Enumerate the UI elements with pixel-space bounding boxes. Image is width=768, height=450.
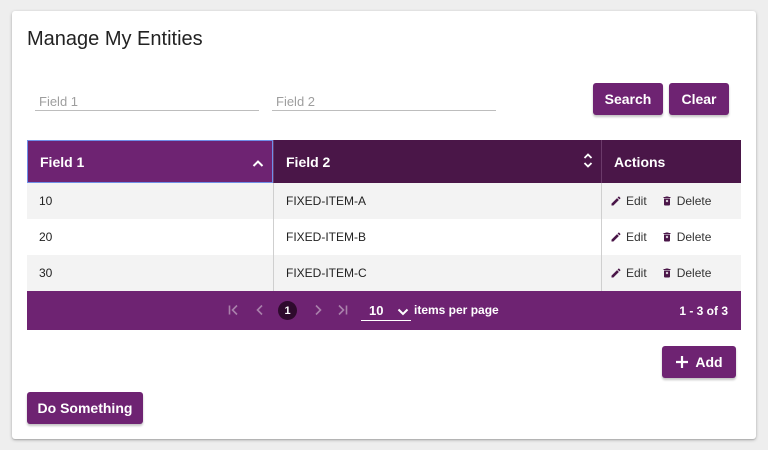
plus-icon [675, 355, 689, 369]
table-row: 30 FIXED-ITEM-C Edit Delete [27, 255, 741, 291]
edit-button[interactable]: Edit [610, 230, 647, 244]
field1-input[interactable] [35, 91, 259, 111]
cell-field2: FIXED-ITEM-B [273, 219, 601, 255]
current-page-indicator[interactable]: 1 [278, 301, 297, 320]
cell-field2: FIXED-ITEM-C [273, 255, 601, 291]
chevron-down-icon [397, 305, 409, 320]
entities-table: Field 1 Field 2 Actions 10 FIXED-ITEM-A [27, 140, 741, 330]
edit-icon [611, 268, 621, 278]
field2-input[interactable] [272, 91, 496, 111]
edit-button[interactable]: Edit [610, 266, 647, 280]
cell-field2: FIXED-ITEM-A [273, 183, 601, 219]
table-header: Field 1 Field 2 Actions [27, 140, 741, 183]
do-something-button[interactable]: Do Something [27, 392, 143, 424]
edit-button[interactable]: Edit [610, 194, 647, 208]
page-range-label: 1 - 3 of 3 [679, 304, 728, 318]
first-page-icon[interactable] [227, 303, 241, 320]
cell-actions: Edit Delete [601, 219, 741, 255]
delete-icon [663, 196, 671, 206]
page-title: Manage My Entities [27, 28, 203, 50]
search-button[interactable]: Search [593, 83, 663, 115]
cell-actions: Edit Delete [601, 183, 741, 219]
sort-both-icon [583, 151, 593, 172]
sort-asc-icon [252, 154, 264, 170]
entity-card: Manage My Entities Search Clear Field 1 … [12, 11, 756, 439]
field1-filter[interactable] [35, 91, 259, 111]
delete-icon [663, 268, 671, 278]
items-per-page-label: items per page [414, 303, 499, 317]
page-size-value: 10 [369, 302, 384, 318]
cell-actions: Edit Delete [601, 255, 741, 291]
delete-button[interactable]: Delete [661, 194, 712, 208]
delete-icon [663, 232, 671, 242]
clear-button[interactable]: Clear [669, 83, 729, 115]
paginator: 1 10 items per page 1 - 3 of 3 [27, 291, 741, 330]
delete-button[interactable]: Delete [661, 230, 712, 244]
page-size-select[interactable]: 10 [361, 300, 411, 321]
edit-label: Edit [626, 194, 647, 208]
field2-filter[interactable] [272, 91, 496, 111]
edit-icon [611, 196, 621, 206]
table-row: 20 FIXED-ITEM-B Edit Delete [27, 219, 741, 255]
next-page-icon[interactable] [311, 303, 325, 320]
cell-field1: 30 [39, 266, 53, 280]
delete-label: Delete [676, 230, 712, 244]
add-button[interactable]: Add [662, 346, 736, 378]
table-body: 10 FIXED-ITEM-A Edit Delete 20 FIXED-ITE… [27, 183, 741, 291]
cell-field1: 10 [39, 194, 53, 208]
add-label: Add [695, 354, 723, 370]
edit-label: Edit [626, 230, 647, 244]
column-header-field1[interactable]: Field 1 [27, 140, 273, 183]
prev-page-icon[interactable] [253, 303, 267, 320]
last-page-icon[interactable] [335, 303, 349, 320]
column-header-label: Actions [614, 153, 666, 170]
column-header-actions: Actions [601, 140, 741, 183]
edit-label: Edit [626, 266, 647, 280]
cell-field1: 20 [39, 230, 53, 244]
delete-label: Delete [676, 266, 712, 280]
edit-icon [611, 232, 621, 242]
column-header-label: Field 1 [40, 153, 85, 170]
column-header-label: Field 2 [286, 153, 331, 170]
delete-label: Delete [676, 194, 712, 208]
delete-button[interactable]: Delete [661, 266, 712, 280]
column-header-field2[interactable]: Field 2 [273, 140, 601, 183]
table-row: 10 FIXED-ITEM-A Edit Delete [27, 183, 741, 219]
